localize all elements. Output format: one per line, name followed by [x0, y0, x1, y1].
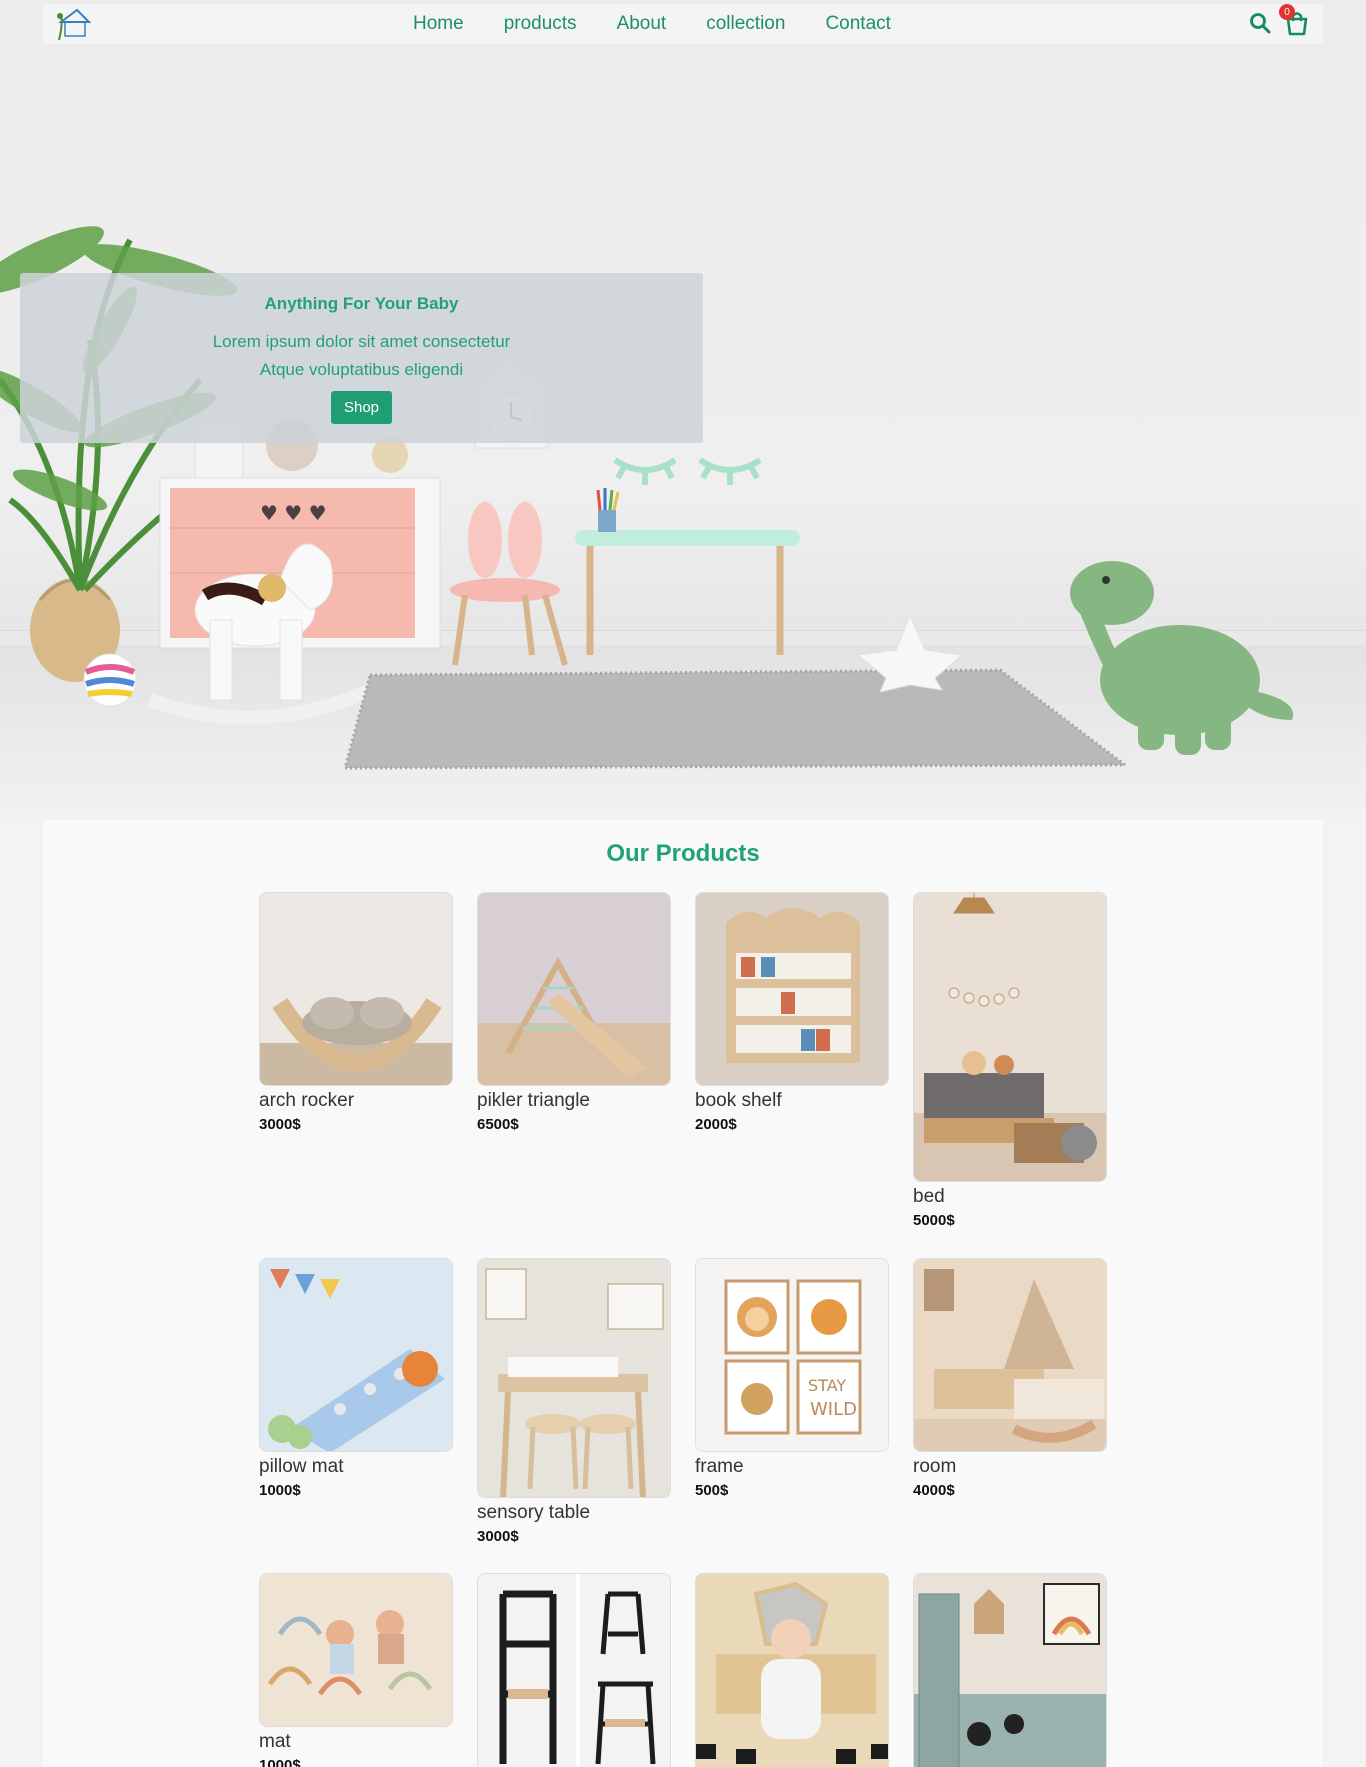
product-card-unlabeled[interactable] [913, 1573, 1107, 1767]
products-section: Our Products arch rocker 3000$ pikler tr… [43, 820, 1323, 1767]
product-card[interactable]: STAY WILD frame 500$ [695, 1258, 889, 1499]
product-price: 3000$ [259, 1116, 301, 1133]
product-card[interactable]: bed 5000$ [913, 892, 1107, 1229]
shop-button[interactable]: Shop [330, 391, 393, 424]
section-title: Our Products [606, 840, 760, 867]
nav-link-collection[interactable]: collection [706, 13, 785, 35]
product-price: 2000$ [695, 1116, 737, 1133]
rug-illustration [343, 668, 1130, 770]
product-price: 5000$ [913, 1212, 955, 1229]
svg-text:STAY: STAY [808, 1376, 846, 1395]
hero-text-card: Anything For Your Baby Lorem ipsum dolor… [20, 273, 703, 443]
product-image[interactable] [477, 892, 671, 1086]
product-name: mat [259, 1731, 291, 1752]
product-card-unlabeled[interactable] [477, 1573, 671, 1767]
dinosaur-illustration [1070, 561, 1294, 755]
hero-banner: ♥ ♥ ♥ Home products About collection Con… [0, 0, 1366, 820]
product-image[interactable] [913, 1573, 1107, 1767]
svg-text:♥ ♥ ♥: ♥ ♥ ♥ [260, 501, 327, 525]
nav-icons: 0 [1249, 4, 1309, 36]
product-image[interactable]: STAY WILD [695, 1258, 889, 1452]
product-name: room [913, 1456, 957, 1477]
product-card[interactable]: sensory table 3000$ [477, 1258, 671, 1545]
product-name: pillow mat [259, 1456, 344, 1477]
product-image[interactable] [913, 892, 1107, 1182]
cart-button[interactable]: 0 [1279, 4, 1309, 36]
product-price: 3000$ [477, 1528, 519, 1545]
product-name: pikler triangle [477, 1090, 590, 1111]
nav-link-home[interactable]: Home [413, 13, 464, 35]
wall-lashes-illustration [613, 457, 762, 485]
product-image[interactable] [259, 1258, 453, 1452]
cart-count-badge: 0 [1279, 4, 1295, 20]
product-price: 1000$ [259, 1482, 301, 1499]
site-logo[interactable] [55, 6, 92, 42]
product-name: arch rocker [259, 1090, 355, 1111]
product-image[interactable] [477, 1258, 671, 1498]
chair-illustration [450, 502, 568, 666]
product-card[interactable]: room 4000$ [913, 1258, 1107, 1499]
nav-links: Home products About collection Contact [413, 4, 891, 44]
hero-subtitle-line-1: Lorem ipsum dolor sit amet consectetur [212, 332, 511, 351]
product-name: book shelf [695, 1090, 782, 1111]
product-card[interactable]: book shelf 2000$ [695, 892, 889, 1133]
hero-subtitle-line-2: Atque voluptatibus eligendi [259, 360, 464, 379]
product-name: bed [913, 1186, 945, 1207]
product-card[interactable]: pillow mat 1000$ [259, 1258, 453, 1499]
product-price: 4000$ [913, 1482, 955, 1499]
product-price: 6500$ [477, 1116, 519, 1133]
product-card[interactable]: mat 1000$ [259, 1573, 453, 1767]
nav-link-contact[interactable]: Contact [825, 13, 890, 35]
navbar: Home products About collection Contact 0 [43, 4, 1323, 44]
product-image[interactable] [477, 1573, 671, 1767]
ball-illustration [83, 653, 137, 707]
product-name: frame [695, 1456, 744, 1477]
product-card-unlabeled[interactable] [695, 1573, 889, 1767]
product-image[interactable] [913, 1258, 1107, 1452]
search-icon[interactable] [1249, 12, 1271, 34]
product-card[interactable]: pikler triangle 6500$ [477, 892, 671, 1133]
product-price: 1000$ [259, 1757, 301, 1767]
nav-link-about[interactable]: About [617, 13, 667, 35]
product-image[interactable] [695, 1573, 889, 1767]
svg-text:WILD: WILD [810, 1399, 857, 1420]
product-card[interactable]: arch rocker 3000$ [259, 892, 453, 1133]
desk-illustration [575, 488, 800, 655]
product-image[interactable] [695, 892, 889, 1086]
product-image[interactable] [259, 1573, 453, 1727]
product-price: 500$ [695, 1482, 729, 1499]
product-image[interactable] [259, 892, 453, 1086]
nav-link-products[interactable]: products [504, 13, 577, 35]
product-name: sensory table [477, 1502, 591, 1523]
hero-title: Anything For Your Baby [264, 294, 459, 313]
